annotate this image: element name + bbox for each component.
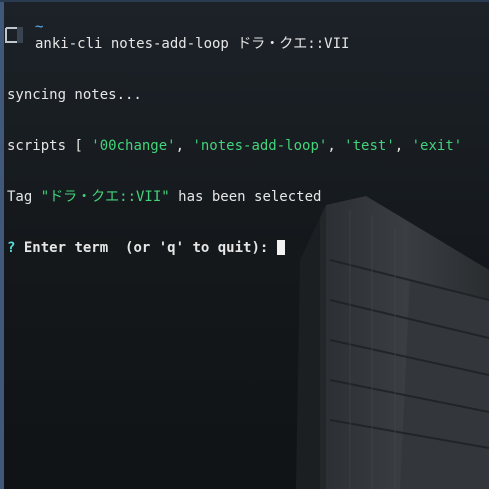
syncing-text: syncing notes... bbox=[7, 87, 142, 103]
script-item: 'notes-add-loop' bbox=[192, 138, 328, 154]
terminal-output: syncing notes... scripts [ '00change', '… bbox=[7, 53, 489, 274]
question-mark: ? bbox=[7, 240, 16, 256]
tag-prefix: Tag bbox=[7, 189, 41, 205]
text-cursor[interactable] bbox=[276, 240, 285, 255]
question-text: Enter term (or 'q' to quit): bbox=[23, 240, 269, 256]
scripts-prefix: scripts [ bbox=[7, 138, 92, 154]
script-item: '00change' bbox=[91, 138, 176, 154]
prompt-command: anki-cli notes-add-loop ドラ・クエ::VII bbox=[35, 36, 350, 52]
input-prompt-line[interactable]: ? Enter term (or 'q' to quit): bbox=[7, 240, 489, 257]
window-border-left bbox=[0, 0, 4, 489]
script-item: 'exit' bbox=[411, 138, 463, 154]
tag-name: "ドラ・クエ::VII" bbox=[40, 189, 170, 205]
tag-suffix: has been selected bbox=[169, 189, 322, 205]
script-item: 'test' bbox=[344, 138, 395, 154]
terminal-prompt-icon bbox=[5, 27, 23, 43]
window-border-top bbox=[0, 0, 489, 2]
prompt-directory: ~ bbox=[35, 19, 44, 35]
syncing-line: syncing notes... bbox=[7, 87, 489, 104]
tag-line: Tag "ドラ・クエ::VII" has been selected bbox=[7, 189, 489, 206]
scripts-line: scripts [ '00change', 'notes-add-loop', … bbox=[7, 138, 463, 154]
